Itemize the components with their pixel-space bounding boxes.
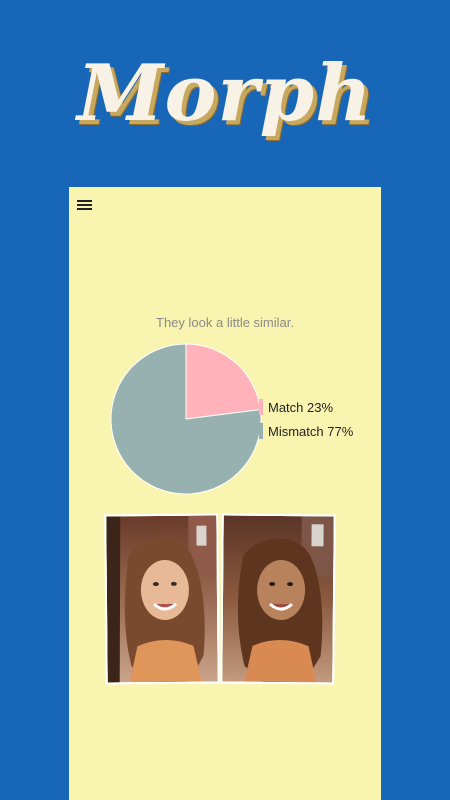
legend-match: Match 23%: [259, 399, 333, 415]
face-photo-2: [220, 513, 336, 685]
app-screen: They look a little similar. Match 23% Mi…: [69, 187, 381, 800]
legend-mismatch-swatch: [259, 423, 263, 439]
app-title: Morph: [77, 48, 373, 139]
similarity-pie-chart: [110, 343, 262, 495]
legend-mismatch: Mismatch 77%: [259, 423, 353, 439]
pie-slice-match: [185, 343, 261, 420]
legend-match-swatch: [259, 399, 263, 415]
face-photo-1: [104, 513, 220, 685]
legend-mismatch-label: Mismatch 77%: [268, 423, 354, 439]
face-photo-2-image: [222, 515, 334, 683]
face-photo-1-image: [106, 515, 218, 683]
legend-match-label: Match 23%: [268, 399, 334, 415]
